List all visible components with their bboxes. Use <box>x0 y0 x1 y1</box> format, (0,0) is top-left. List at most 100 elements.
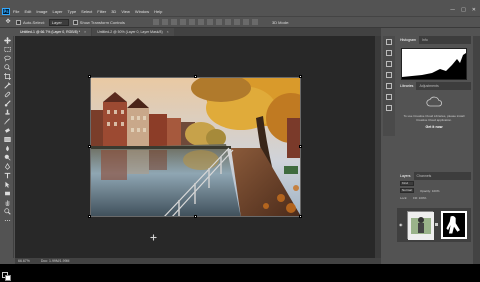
actions-panel-icon[interactable] <box>383 47 395 58</box>
tab-untitled-2[interactable]: Untitled-2 @ 50% (Layer 0, Layer Mask/8)… <box>92 28 174 36</box>
transform-handle-bottom[interactable] <box>194 215 197 218</box>
transform-handle-top-right[interactable] <box>299 75 302 78</box>
auto-select-checkbox[interactable] <box>16 19 21 25</box>
transform-handle-left[interactable] <box>88 145 91 148</box>
transform-handle-right[interactable] <box>299 145 302 148</box>
menu-file[interactable]: File <box>13 9 19 14</box>
libraries-message: To use Creative Cloud Libraries, please … <box>403 114 465 122</box>
layers-panel-tabs: Layers Channels <box>397 172 471 180</box>
align-right-icon[interactable] <box>197 19 204 25</box>
zoom-tool-icon[interactable] <box>0 207 14 216</box>
distribute-right-icon[interactable] <box>251 19 258 25</box>
swatches-panel-icon[interactable] <box>383 69 395 80</box>
minimize-button[interactable]: — <box>450 7 455 13</box>
menu-view[interactable]: View <box>121 9 130 14</box>
eyedropper-tool-icon[interactable] <box>0 81 14 90</box>
panels-scrollbar[interactable] <box>473 36 480 264</box>
close-tab-icon[interactable]: × <box>84 30 86 34</box>
show-transform-checkbox[interactable] <box>72 19 78 25</box>
quick-select-tool-icon[interactable] <box>0 63 14 72</box>
auto-select-dropdown[interactable]: Layer <box>48 18 69 26</box>
align-left-icon[interactable] <box>179 19 186 25</box>
tab-channels[interactable]: Channels <box>414 172 435 180</box>
menu-3d[interactable]: 3D <box>111 9 116 14</box>
distribute-hcenter-icon[interactable] <box>242 19 249 25</box>
align-top-icon[interactable] <box>152 19 159 25</box>
tab-untitled-1[interactable]: Untitled-1 @ 66.7% (Layer 0, RGB/8) * × <box>15 28 92 36</box>
marquee-tool-icon[interactable] <box>0 45 14 54</box>
distribute-vcenter-icon[interactable] <box>215 19 222 25</box>
canvas-vertical-scrollbar[interactable] <box>375 36 381 258</box>
tab-info[interactable]: Info <box>419 36 431 44</box>
menu-filter[interactable]: Filter <box>97 9 106 14</box>
move-tool-icon[interactable] <box>0 36 14 45</box>
histogram-panel-tabs: Histogram Info <box>397 36 471 44</box>
tab-libraries[interactable]: Libraries <box>397 82 417 90</box>
layer-kind-filter[interactable]: Kind <box>400 181 414 186</box>
tab-adjustments[interactable]: Adjustments <box>416 82 441 90</box>
paragraph-panel-icon[interactable] <box>383 91 395 102</box>
align-hcenter-icon[interactable] <box>188 19 195 25</box>
transform-handle-top[interactable] <box>194 75 197 78</box>
eraser-tool-icon[interactable] <box>0 126 14 135</box>
background-color-swatch[interactable] <box>5 275 11 281</box>
history-brush-tool-icon[interactable] <box>0 117 14 126</box>
zoom-level[interactable]: 66.67% <box>18 259 30 263</box>
menu-bar: Ps File Edit Image Layer Type Select Fil… <box>0 7 480 16</box>
gradient-tool-icon[interactable] <box>0 135 14 144</box>
distribute-top-icon[interactable] <box>206 19 213 25</box>
menu-layer[interactable]: Layer <box>52 9 62 14</box>
layer-thumbnail[interactable] <box>407 211 434 240</box>
close-tab-icon[interactable]: × <box>167 30 169 34</box>
crop-tool-icon[interactable] <box>0 72 14 81</box>
layer-row[interactable]: ◉ <box>397 208 471 242</box>
color-swatches[interactable] <box>2 272 12 282</box>
close-button[interactable]: ✕ <box>472 7 476 13</box>
histogram-curve <box>402 53 466 79</box>
histogram-panel: Histogram Info <box>397 36 471 80</box>
blend-mode-dropdown[interactable]: Normal <box>400 188 414 193</box>
menu-select[interactable]: Select <box>81 9 92 14</box>
menu-type[interactable]: Type <box>68 9 77 14</box>
history-panel-icon[interactable] <box>383 36 395 47</box>
healing-brush-tool-icon[interactable] <box>0 90 14 99</box>
align-bottom-icon[interactable] <box>170 19 177 25</box>
fill-label[interactable]: Fill: 100% <box>413 196 426 200</box>
move-tool-preset-icon[interactable]: ✥ <box>4 18 12 26</box>
transform-handle-top-left[interactable] <box>88 75 91 78</box>
path-selection-tool-icon[interactable] <box>0 180 14 189</box>
maximize-button[interactable]: □ <box>461 7 466 13</box>
options-bar: ✥ Auto-Select: Layer Show Transform Cont… <box>0 16 480 28</box>
get-it-now-link[interactable]: Get it now <box>397 125 471 129</box>
menu-help[interactable]: Help <box>154 9 162 14</box>
histogram-graph <box>401 48 467 80</box>
opacity-label[interactable]: Opacity: 100% <box>420 189 440 193</box>
visibility-eye-icon[interactable]: ◉ <box>399 222 403 227</box>
hand-tool-icon[interactable] <box>0 198 14 207</box>
align-vcenter-icon[interactable] <box>161 19 168 25</box>
menu-edit[interactable]: Edit <box>24 9 31 14</box>
brush-panel-icon[interactable] <box>383 102 395 113</box>
lasso-tool-icon[interactable] <box>0 54 14 63</box>
rectangle-tool-icon[interactable] <box>0 189 14 198</box>
transform-handle-bottom-left[interactable] <box>88 215 91 218</box>
character-panel-icon[interactable] <box>383 80 395 91</box>
clone-stamp-tool-icon[interactable] <box>0 108 14 117</box>
canvas-image[interactable] <box>90 77 301 217</box>
properties-panel-icon[interactable] <box>383 58 395 69</box>
tab-layers[interactable]: Layers <box>397 172 414 180</box>
menu-image[interactable]: Image <box>36 9 47 14</box>
type-tool-icon[interactable] <box>0 171 14 180</box>
dodge-tool-icon[interactable] <box>0 153 14 162</box>
distribute-bottom-icon[interactable] <box>224 19 231 25</box>
pen-tool-icon[interactable] <box>0 162 14 171</box>
transform-handle-bottom-right[interactable] <box>299 215 302 218</box>
more-tools-icon[interactable] <box>0 216 14 225</box>
tab-histogram[interactable]: Histogram <box>397 36 419 44</box>
brush-tool-icon[interactable] <box>0 99 14 108</box>
blur-tool-icon[interactable] <box>0 144 14 153</box>
mask-link-icon[interactable] <box>435 223 438 226</box>
distribute-left-icon[interactable] <box>233 19 240 25</box>
layer-mask-thumbnail[interactable] <box>441 211 467 239</box>
menu-window[interactable]: Window <box>135 9 149 14</box>
